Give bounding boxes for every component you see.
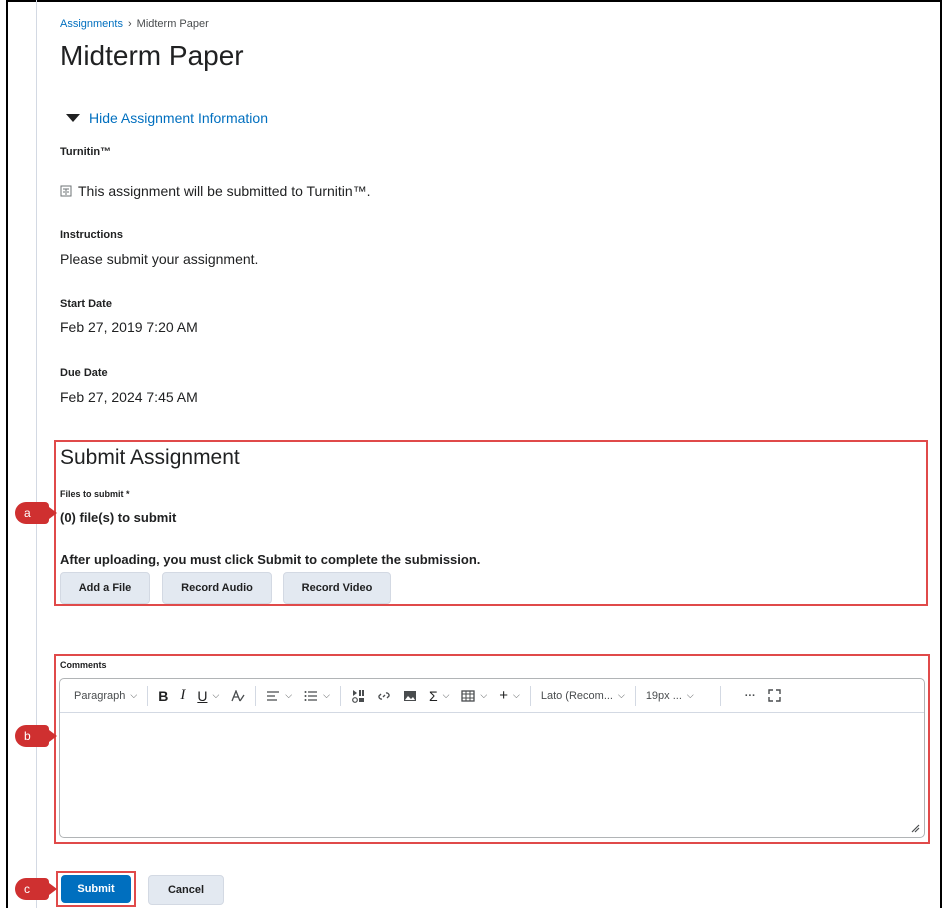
- comments-text-area[interactable]: [60, 714, 924, 837]
- toolbar-divider: [634, 685, 636, 706]
- chevron-down-icon: ⌵: [212, 690, 220, 700]
- more-actions-button[interactable]: ···: [739, 679, 762, 713]
- chevron-down-icon: ⌵: [480, 690, 488, 700]
- list-button[interactable]: ⌵: [298, 679, 336, 713]
- due-date-value: Feb 27, 2024 7:45 AM: [60, 389, 198, 405]
- chevron-down-icon: ⌵: [686, 690, 694, 700]
- underline-glyph: U: [197, 687, 208, 704]
- toolbar-divider: [147, 685, 149, 706]
- nav-divider: [36, 0, 37, 908]
- font-family-value: Lato (Recom...: [540, 689, 613, 702]
- link-icon: [378, 691, 390, 700]
- equation-button[interactable]: Σ ⌵: [423, 679, 455, 713]
- marker-a: a: [15, 502, 57, 524]
- caret-down-icon: [66, 114, 80, 122]
- breadcrumb-assignments-link[interactable]: Assignments: [60, 18, 123, 30]
- insert-link-button[interactable]: [371, 679, 397, 713]
- font-size-value: 19px ...: [645, 689, 682, 702]
- chevron-down-icon: ⌵: [285, 690, 293, 700]
- font-family-select[interactable]: Lato (Recom... ⌵: [535, 679, 631, 713]
- add-file-button[interactable]: Add a File: [60, 572, 150, 604]
- page-title: Midterm Paper: [60, 40, 244, 71]
- plus-icon: +: [499, 687, 509, 704]
- start-date-value: Feb 27, 2019 7:20 AM: [60, 319, 198, 335]
- editor-toolbar: Paragraph ⌵ B I U ⌵ ⌵ ⌵ Σ ⌵ ⌵ + ⌵ Lato (…: [60, 679, 924, 713]
- record-audio-button[interactable]: Record Audio: [162, 572, 272, 604]
- insert-stuff-icon: [352, 689, 364, 703]
- table-button[interactable]: ⌵: [455, 679, 493, 713]
- bullet-list-icon: [304, 690, 318, 701]
- chevron-down-icon: ⌵: [130, 690, 138, 700]
- marker-b: b: [15, 725, 57, 747]
- align-button[interactable]: ⌵: [260, 679, 298, 713]
- comments-label: Comments: [60, 660, 107, 670]
- marker-c: c: [15, 878, 57, 900]
- submit-button[interactable]: Submit: [61, 875, 131, 903]
- insert-image-button[interactable]: [397, 679, 423, 713]
- fullscreen-button[interactable]: [762, 679, 787, 713]
- chevron-down-icon: ⌵: [513, 690, 520, 700]
- paragraph-label: Paragraph: [74, 689, 126, 702]
- chevron-down-icon: ⌵: [442, 690, 450, 700]
- record-video-button[interactable]: Record Video: [283, 572, 391, 604]
- font-size-select[interactable]: 19px ... ⌵: [640, 679, 700, 713]
- due-date-label: Due Date: [60, 367, 108, 379]
- submit-assignment-heading: Submit Assignment: [60, 446, 240, 469]
- table-icon: [461, 689, 476, 702]
- files-count: (0) file(s) to submit: [60, 510, 177, 525]
- cancel-button[interactable]: Cancel: [148, 875, 224, 905]
- submission-notice: After uploading, you must click Submit t…: [60, 552, 481, 567]
- text-style-button[interactable]: [225, 679, 251, 713]
- turnitin-label: Turnitin™: [60, 146, 112, 158]
- breadcrumb-current: Midterm Paper: [136, 18, 209, 30]
- breadcrumb-separator: ›: [127, 18, 132, 30]
- start-date-label: Start Date: [60, 298, 112, 310]
- sigma-icon: Σ: [428, 687, 438, 704]
- insert-more-button[interactable]: + ⌵: [493, 679, 526, 713]
- toolbar-divider: [339, 685, 341, 706]
- toolbar-divider: [719, 685, 721, 706]
- paragraph-format-select[interactable]: Paragraph ⌵: [68, 679, 143, 713]
- toolbar-divider: [529, 685, 531, 706]
- chevron-down-icon: ⌵: [617, 690, 625, 700]
- toolbar-divider: [255, 685, 257, 706]
- turnitin-notice: This assignment will be submitted to Tur…: [60, 183, 371, 199]
- comments-editor[interactable]: Paragraph ⌵ B I U ⌵ ⌵ ⌵ Σ ⌵ ⌵ + ⌵ Lato (…: [59, 678, 925, 838]
- breadcrumb: Assignments › Midterm Paper: [60, 18, 209, 30]
- turnitin-text: This assignment will be submitted to Tur…: [78, 183, 371, 199]
- underline-button[interactable]: U ⌵: [191, 679, 225, 713]
- instructions-label: Instructions: [60, 229, 123, 241]
- hide-assignment-info-toggle[interactable]: Hide Assignment Information: [66, 110, 268, 126]
- insert-stuff-button[interactable]: [345, 679, 371, 713]
- align-left-icon: [267, 690, 280, 701]
- files-to-submit-label: Files to submit *: [60, 489, 130, 499]
- turnitin-icon: [60, 185, 72, 197]
- toggle-label: Hide Assignment Information: [89, 110, 268, 126]
- resize-handle-icon[interactable]: [910, 823, 920, 833]
- chevron-down-icon: ⌵: [323, 690, 330, 700]
- text-color-icon: [231, 689, 245, 701]
- fullscreen-icon: [768, 689, 781, 702]
- bold-button[interactable]: B: [152, 679, 174, 713]
- image-icon: [403, 690, 416, 701]
- instructions-text: Please submit your assignment.: [60, 251, 259, 267]
- italic-button[interactable]: I: [174, 679, 191, 713]
